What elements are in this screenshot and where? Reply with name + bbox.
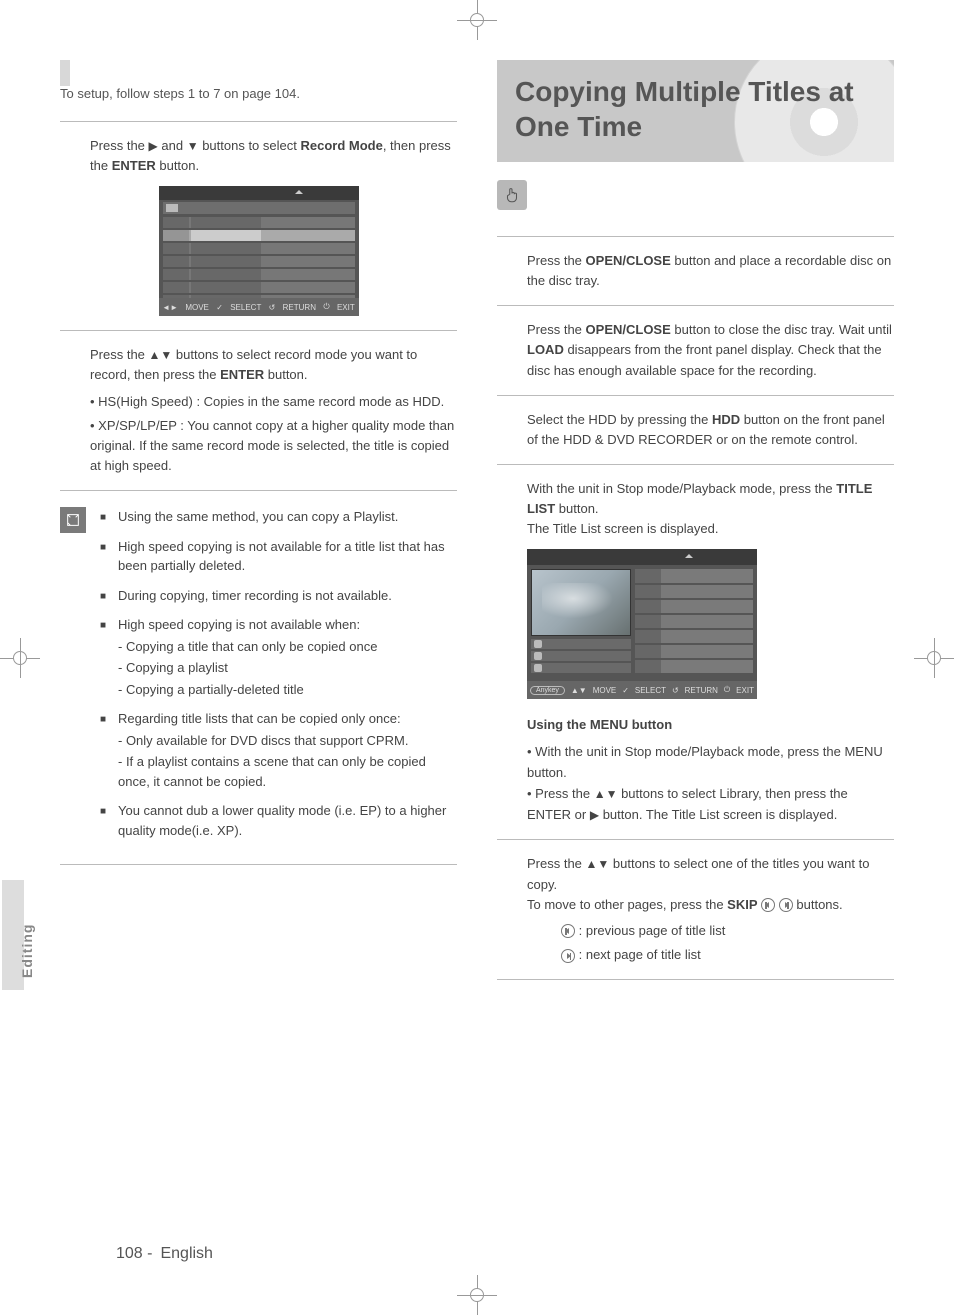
load-label: LOAD xyxy=(527,342,564,357)
note-subitem: - Copying a title that can only be copie… xyxy=(118,637,377,657)
setup-reference-text: To setup, follow steps 1 to 7 on page 10… xyxy=(60,86,457,101)
skip-prev-icon xyxy=(761,898,775,912)
touch-icon xyxy=(497,180,527,210)
skip-prev-desc: : previous page of title list xyxy=(575,923,725,938)
ui-screenshot-copy-list: ◄►MOVE ✓SELECT ↺RETURN ⏻EXIT xyxy=(159,186,359,316)
skip-next-icon xyxy=(561,949,575,963)
crop-mark-top xyxy=(457,0,497,40)
hs-note: HS(High Speed) : Copies in the same reco… xyxy=(98,394,444,409)
note-subitem: - Only available for DVD discs that supp… xyxy=(118,731,457,751)
divider xyxy=(497,979,894,980)
step-3: Select the HDD by pressing the HDD butto… xyxy=(527,410,894,450)
page-number: 108 - xyxy=(116,1245,152,1262)
up-down-arrow-icon: ▲▼ xyxy=(586,857,610,871)
left-column: To setup, follow steps 1 to 7 on page 10… xyxy=(60,60,457,994)
skip-next-desc: : next page of title list xyxy=(575,947,701,962)
section-title-box: Copying Multiple Titles at One Time xyxy=(497,60,894,162)
step-8: Press the ▶ and ▼ buttons to select Reco… xyxy=(90,136,457,176)
skip-next-icon xyxy=(779,898,793,912)
note-item: High speed copying is not available for … xyxy=(118,537,457,576)
menu-button-label: MENU xyxy=(844,744,882,759)
crop-mark-left xyxy=(0,638,40,678)
up-down-arrow-icon: ▲▼ xyxy=(594,787,618,801)
divider xyxy=(60,121,457,122)
up-down-arrow-icon: ▲▼ xyxy=(149,348,173,362)
note-item: You cannot dub a lower quality mode (i.e… xyxy=(118,801,457,840)
xp-note: XP/SP/LP/EP : You cannot copy at a highe… xyxy=(90,418,454,473)
divider xyxy=(60,864,457,865)
skip-prev-icon xyxy=(561,924,575,938)
page-footer: 108 - English xyxy=(116,1245,213,1263)
right-arrow-icon: ▶ xyxy=(149,139,158,153)
note-subitem: - Copying a partially-deleted title xyxy=(118,680,377,700)
hdd-button-label: HDD xyxy=(712,412,740,427)
note-item: Using the same method, you can copy a Pl… xyxy=(118,507,398,527)
right-column: Copying Multiple Titles at One Time Pres… xyxy=(497,60,894,994)
divider xyxy=(60,490,457,491)
skip-button-label: SKIP xyxy=(727,897,757,912)
step-5: Press the ▲▼ buttons to select one of th… xyxy=(527,854,894,965)
note-icon xyxy=(60,507,86,533)
side-tab-editing: Editing xyxy=(2,880,24,990)
note-item: During copying, timer recording is not a… xyxy=(118,586,392,606)
divider xyxy=(497,395,894,396)
term-library: Library xyxy=(719,786,758,801)
enter-button-label: ENTER xyxy=(527,807,571,822)
ui-screenshot-title-list: Anykey ▲▼MOVE ✓SELECT ↺RETURN ⏻EXIT xyxy=(527,549,757,699)
term-record-mode: Record Mode xyxy=(300,138,382,153)
divider xyxy=(497,464,894,465)
note-subitem: - Copying a playlist xyxy=(118,658,377,678)
right-arrow-icon: ▶ xyxy=(590,808,599,822)
note-item: Regarding title lists that can be copied… xyxy=(118,711,401,726)
crop-mark-bottom xyxy=(457,1275,497,1315)
divider xyxy=(497,305,894,306)
step-2: Press the OPEN/CLOSE button to close the… xyxy=(527,320,894,380)
crop-mark-right xyxy=(914,638,954,678)
note-item: High speed copying is not available when… xyxy=(118,617,360,632)
page-language: English xyxy=(160,1245,212,1262)
open-close-button-label: OPEN/CLOSE xyxy=(586,322,671,337)
divider xyxy=(497,839,894,840)
note-subitem: - If a playlist contains a scene that ca… xyxy=(118,752,457,791)
enter-button-label: ENTER xyxy=(220,367,264,382)
open-close-button-label: OPEN/CLOSE xyxy=(586,253,671,268)
section-bar-icon xyxy=(60,60,70,86)
using-menu-heading: Using the MENU button xyxy=(527,715,894,736)
divider xyxy=(60,330,457,331)
step-9: Press the ▲▼ buttons to select record mo… xyxy=(90,345,457,476)
note-block: ■Using the same method, you can copy a P… xyxy=(60,507,457,850)
enter-button-label: ENTER xyxy=(112,158,156,173)
using-menu-block: Using the MENU button • With the unit in… xyxy=(527,715,894,825)
step-1: Press the OPEN/CLOSE button and place a … xyxy=(527,251,894,291)
step-4: With the unit in Stop mode/Playback mode… xyxy=(527,479,894,539)
thumbnail-preview xyxy=(531,569,631,636)
down-arrow-icon: ▼ xyxy=(187,139,199,153)
section-title: Copying Multiple Titles at One Time xyxy=(515,74,876,144)
divider xyxy=(497,236,894,237)
